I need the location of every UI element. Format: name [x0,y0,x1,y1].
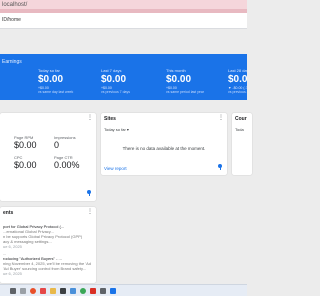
earnings-banner: Earnings Today so far $0.00 +$0.00 vs sa… [0,54,247,100]
taskbar [0,284,247,296]
metric-value: $0.00 [228,74,247,85]
earnings-heading: Earnings [2,59,22,65]
card-title: Sites [104,116,116,122]
app-url-bar: ID/home [0,13,247,29]
more-options-icon[interactable]: ⋮ [87,115,93,121]
app-icon-2[interactable] [100,288,106,294]
stat-cpc: CPC $0.00 [14,155,37,171]
alert-date: ue 6, 2025 [3,244,22,249]
more-options-icon[interactable]: ⋮ [218,115,224,121]
vivaldi-icon[interactable] [40,288,46,294]
file-explorer-icon[interactable] [50,288,56,294]
metric-last-7-days[interactable]: Last 7 days $0.00 +$0.00 vs previous 7 d… [101,68,163,94]
stat-impressions: Impressions 0 [54,135,76,151]
app-icon-3[interactable] [110,288,116,294]
metric-compare: vs same day last week [38,90,74,94]
stat-value: 0 [54,140,60,150]
start-icon[interactable] [10,288,16,294]
chrome-icon[interactable] [80,288,86,294]
metric-label: Last 28 days [228,68,247,73]
alerts-card: ents ⋮ port for Global Privacy Protocol … [0,207,96,283]
card-title: Cour [235,116,247,122]
app-icon-1[interactable] [90,288,96,294]
metric-today[interactable]: Today so far $0.00 +$0.00 vs same day la… [38,68,100,94]
url-fragment[interactable]: ID/home [2,17,21,23]
card-title: ents [3,210,14,216]
stat-value: 0.00% [54,160,80,170]
sites-card: Sites ⋮ Today so far ▾ There is no data … [101,113,227,175]
pin-icon[interactable] [87,190,91,196]
address-bar[interactable]: localhost/ [2,1,27,9]
metric-last-28-days[interactable]: Last 28 days $0.00 ▼ -$0.00 (-? vs previ… [228,68,247,94]
metric-value: $0.00 [101,74,127,85]
metric-compare: vs previous 28 [228,90,247,94]
empty-state-message: There is no data available at the moment… [122,146,206,151]
metric-this-month[interactable]: This month $0.00 +$0.00 vs same period l… [166,68,228,94]
stat-page-ctr: Page CTR 0.00% [54,155,80,171]
alert-date: ue 6, 2025 [3,271,22,276]
store-icon[interactable] [70,288,76,294]
metric-value: $0.00 [166,74,192,85]
terminal-icon[interactable] [60,288,66,294]
stat-value: $0.00 [14,160,37,170]
countries-card: Cour Toda [232,113,252,175]
metric-value: $0.00 [38,74,64,85]
view-report-link[interactable]: View report [104,166,127,171]
date-range-dropdown[interactable]: Today so far ▾ [104,127,129,132]
date-range-dropdown[interactable]: Toda [235,127,244,132]
pin-icon[interactable] [218,164,222,170]
brave-icon[interactable] [30,288,36,294]
metric-label: Last 7 days [101,68,122,73]
metric-compare: vs same period last year [166,90,204,94]
performance-card: ⋮ Page RPM $0.00 Impressions 0 CPC $0.00… [0,113,96,201]
more-options-icon[interactable]: ⋮ [87,209,93,215]
metric-label: Today so far [38,68,60,73]
metric-compare: vs previous 7 days [101,90,130,94]
stat-value: $0.00 [14,140,37,150]
stat-page-rpm: Page RPM $0.00 [14,135,37,151]
metric-label: This month [166,68,186,73]
browser-tab-bar: localhost/ [0,0,247,13]
search-icon[interactable] [20,288,26,294]
